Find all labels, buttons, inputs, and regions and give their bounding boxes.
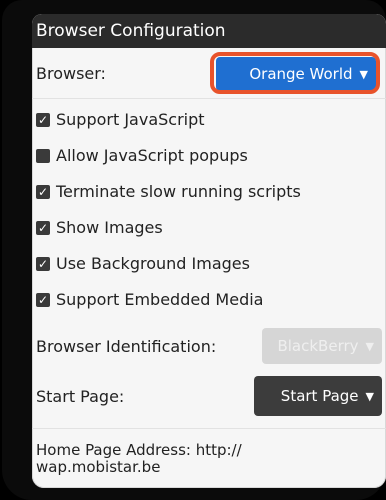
- checkmark-icon: ✓: [36, 112, 50, 127]
- browser-dropdown[interactable]: Orange World ▼: [216, 57, 376, 91]
- checkbox-show-images[interactable]: ✓ Show Images: [36, 218, 163, 237]
- chevron-down-icon: ▼: [365, 389, 374, 403]
- checkbox-label: Use Background Images: [56, 254, 250, 273]
- browser-label: Browser:: [36, 64, 106, 83]
- chevron-down-icon: ▼: [365, 339, 374, 353]
- browser-identification-row: Browser Identification: BlackBerry ▼: [32, 324, 386, 370]
- checkbox-label: Terminate slow running scripts: [56, 182, 301, 201]
- checkbox-support-javascript[interactable]: ✓ Support JavaScript: [36, 110, 205, 129]
- checkbox-support-embedded-media[interactable]: ✓ Support Embedded Media: [36, 290, 263, 309]
- home-page-label: Home Page Address: http://: [36, 441, 242, 459]
- checkbox-use-background-images[interactable]: ✓ Use Background Images: [36, 254, 250, 273]
- checkbox-allow-javascript-popups[interactable]: ✓ Allow JavaScript popups: [36, 146, 248, 165]
- start-page-value: Start Page: [280, 387, 359, 405]
- start-page-dropdown[interactable]: Start Page ▼: [254, 376, 382, 416]
- separator: [32, 98, 386, 99]
- start-page-label: Start Page:: [36, 387, 125, 406]
- checkbox-label: Support Embedded Media: [56, 290, 264, 309]
- checkbox-terminate-slow-scripts[interactable]: ✓ Terminate slow running scripts: [36, 182, 301, 201]
- checkmark-icon: ✓: [36, 256, 50, 271]
- checkbox-label: Show Images: [56, 218, 163, 237]
- browser-dropdown-value: Orange World: [249, 65, 353, 83]
- device-frame: Browser Configuration Browser: Orange Wo…: [2, 0, 386, 500]
- browser-configuration-screen: Browser Configuration Browser: Orange Wo…: [32, 14, 386, 488]
- browser-identification-dropdown[interactable]: BlackBerry ▼: [262, 328, 382, 364]
- browser-identification-value: BlackBerry: [277, 337, 359, 355]
- home-page-url: wap.mobistar.be: [36, 458, 161, 476]
- browser-identification-label: Browser Identification:: [36, 337, 217, 356]
- checkmark-icon: ✓: [36, 184, 50, 199]
- page-title: Browser Configuration: [36, 21, 226, 41]
- separator: [32, 428, 386, 429]
- home-page-address[interactable]: Home Page Address: http:// wap.mobistar.…: [36, 442, 366, 476]
- start-page-row: Start Page: Start Page ▼: [32, 374, 386, 420]
- checkbox-empty-icon: ✓: [36, 148, 50, 163]
- title-bar: Browser Configuration: [32, 14, 386, 48]
- checkbox-label: Allow JavaScript popups: [56, 146, 248, 165]
- browser-row: Browser: Orange World ▼: [32, 56, 386, 92]
- checkbox-label: Support JavaScript: [56, 110, 205, 129]
- chevron-down-icon: ▼: [359, 67, 368, 81]
- checkmark-icon: ✓: [36, 292, 50, 307]
- checkmark-icon: ✓: [36, 220, 50, 235]
